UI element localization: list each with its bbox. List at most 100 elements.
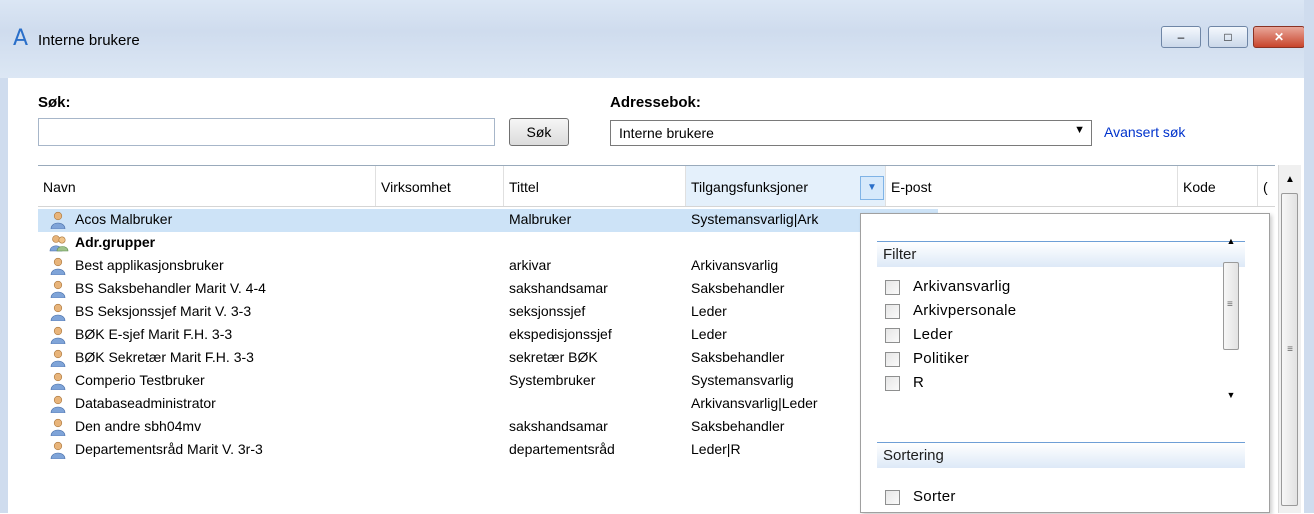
filter-option-label: Arkivansvarlig bbox=[913, 278, 1011, 295]
dropdown-arrow-icon: ▼ bbox=[1074, 124, 1085, 136]
filter-popup: Filter Arkivansvarlig Arkivpersonale Leder… bbox=[860, 213, 1270, 513]
checkbox[interactable] bbox=[885, 328, 900, 343]
table-row[interactable]: BS Seksjonssjef Marit V. 3-3 seksjonssjef… bbox=[38, 301, 938, 324]
cell-access: Arkivansvarlig bbox=[691, 257, 779, 273]
scroll-down-icon[interactable]: ▼ bbox=[1219, 390, 1243, 400]
cell-name: BS Saksbehandler Marit V. 4-4 bbox=[75, 280, 266, 296]
cell-name: Databaseadministrator bbox=[75, 395, 216, 411]
table-row[interactable]: BS Saksbehandler Marit V. 4-4 sakshandsam… bbox=[38, 278, 938, 301]
cell-access: Saksbehandler bbox=[691, 349, 785, 365]
column-header-name[interactable]: Navn bbox=[38, 166, 376, 206]
cell-title: seksjonssjef bbox=[509, 303, 586, 319]
list-header: Navn Virksomhet Tittel Tilgangsfunksjone… bbox=[38, 166, 1275, 207]
user-icon bbox=[49, 372, 67, 391]
table-row[interactable]: Databaseadministrator Arkivansvarlig|Lede… bbox=[38, 393, 938, 416]
column-header-more[interactable]: ( bbox=[1258, 166, 1275, 206]
cell-title: Systembruker bbox=[509, 372, 596, 388]
filter-option-label: R bbox=[913, 374, 925, 391]
scroll-up-icon[interactable]: ▲ bbox=[1219, 236, 1243, 246]
close-icon: ✕ bbox=[1273, 30, 1285, 44]
maximize-button[interactable]: □ bbox=[1208, 26, 1248, 48]
column-filter-icon[interactable]: ▼ bbox=[860, 176, 884, 200]
user-icon bbox=[49, 303, 67, 322]
group-icon bbox=[49, 234, 69, 252]
table-row[interactable]: Adr.grupper bbox=[38, 232, 938, 255]
column-header-code[interactable]: Kode bbox=[1178, 166, 1258, 206]
list-scrollbar[interactable]: ▲ ≡ bbox=[1278, 165, 1301, 513]
search-button[interactable]: Søk bbox=[509, 118, 569, 146]
window-title: Interne brukere bbox=[38, 32, 140, 49]
cell-title: Malbruker bbox=[509, 211, 572, 227]
close-button[interactable]: ✕ bbox=[1253, 26, 1305, 48]
table-row[interactable]: Departementsråd Marit V. 3r-3 departement… bbox=[38, 439, 938, 462]
user-icon bbox=[49, 349, 67, 368]
table-row[interactable]: Den andre sbh04mv sakshandsamar Saksbehand… bbox=[38, 416, 938, 439]
addressbook-selected-value: Interne brukere bbox=[619, 125, 714, 141]
scrollbar-thumb[interactable]: ≡ bbox=[1281, 193, 1298, 506]
column-header-access[interactable]: Tilgangsfunksjoner bbox=[686, 166, 886, 206]
checkbox[interactable] bbox=[885, 376, 900, 391]
checkbox[interactable] bbox=[885, 490, 900, 505]
user-icon bbox=[49, 326, 67, 345]
cell-access: Leder bbox=[691, 303, 727, 319]
user-icon bbox=[49, 418, 67, 437]
filter-section-header: Filter bbox=[877, 241, 1245, 267]
cell-access: Saksbehandler bbox=[691, 418, 785, 434]
cell-name: BØK Sekretær Marit F.H. 3-3 bbox=[75, 349, 254, 365]
cell-title: sakshandsamar bbox=[509, 280, 608, 296]
user-icon bbox=[49, 211, 67, 230]
table-row[interactable]: Best applikasjonsbruker arkivar Arkivansva… bbox=[38, 255, 938, 278]
cell-name: Best applikasjonsbruker bbox=[75, 257, 224, 273]
table-row[interactable]: BØK E-sjef Marit F.H. 3-3 ekspedisjonssje… bbox=[38, 324, 938, 347]
cell-access: Leder bbox=[691, 326, 727, 342]
cell-title: arkivar bbox=[509, 257, 552, 273]
search-label: Søk: bbox=[38, 94, 71, 111]
addressbook-select[interactable]: Interne brukere ▼ bbox=[610, 120, 1092, 146]
minimize-icon: – bbox=[1177, 30, 1185, 44]
filter-option-label: Politiker bbox=[913, 350, 970, 367]
table-row[interactable]: BØK Sekretær Marit F.H. 3-3 sekretær BØK S… bbox=[38, 347, 938, 370]
column-header-email[interactable]: E-post bbox=[886, 166, 1178, 206]
cell-title: departementsråd bbox=[509, 441, 615, 457]
table-row[interactable]: Acos Malbruker Malbruker Systemansvarlig|A… bbox=[38, 209, 938, 232]
grip-icon: ≡ bbox=[1227, 299, 1233, 310]
window-border-left bbox=[0, 78, 8, 513]
user-icon bbox=[49, 280, 67, 299]
addressbook-label: Adressebok: bbox=[610, 94, 701, 111]
cell-access: Leder|R bbox=[691, 441, 741, 457]
column-header-title[interactable]: Tittel bbox=[504, 166, 686, 206]
checkbox[interactable] bbox=[885, 304, 900, 319]
checkbox[interactable] bbox=[885, 280, 900, 295]
column-header-company[interactable]: Virksomhet bbox=[376, 166, 504, 206]
checkbox[interactable] bbox=[885, 352, 900, 367]
cell-name: Adr.grupper bbox=[75, 234, 156, 250]
filter-scrollbar[interactable]: ▲ ≡ ▼ bbox=[1219, 232, 1243, 412]
cell-name: BS Seksjonssjef Marit V. 3-3 bbox=[75, 303, 252, 319]
title-bar[interactable]: A Interne brukere – □ ✕ bbox=[0, 0, 1314, 78]
window-border-right bbox=[1304, 0, 1314, 513]
advanced-search-link[interactable]: Avansert søk bbox=[1104, 124, 1185, 140]
cell-access: Saksbehandler bbox=[691, 280, 785, 296]
cell-name: Comperio Testbruker bbox=[75, 372, 205, 388]
cell-access: Arkivansvarlig|Leder bbox=[691, 395, 818, 411]
cell-name: Den andre sbh04mv bbox=[75, 418, 202, 434]
cell-access: Systemansvarlig|Ark bbox=[691, 211, 819, 227]
maximize-icon: □ bbox=[1224, 30, 1232, 44]
table-row[interactable]: Comperio Testbruker Systembruker Systemans… bbox=[38, 370, 938, 393]
user-icon bbox=[49, 395, 67, 414]
sort-section-header: Sortering bbox=[877, 442, 1245, 468]
scrollbar-thumb[interactable]: ≡ bbox=[1223, 262, 1239, 350]
sort-option-label: Sorter bbox=[913, 488, 956, 505]
search-input[interactable] bbox=[38, 118, 495, 146]
user-icon bbox=[49, 257, 67, 276]
filter-option-label: Arkivpersonale bbox=[913, 302, 1017, 319]
cell-title: ekspedisjonssjef bbox=[509, 326, 612, 342]
cell-name: Departementsråd Marit V. 3r-3 bbox=[75, 441, 263, 457]
cell-title: sakshandsamar bbox=[509, 418, 608, 434]
app-icon: A bbox=[13, 26, 29, 51]
cell-name: Acos Malbruker bbox=[75, 211, 173, 227]
minimize-button[interactable]: – bbox=[1161, 26, 1201, 48]
cell-access: Systemansvarlig bbox=[691, 372, 794, 388]
scroll-up-icon[interactable]: ▲ bbox=[1279, 171, 1301, 189]
user-icon bbox=[49, 441, 67, 460]
